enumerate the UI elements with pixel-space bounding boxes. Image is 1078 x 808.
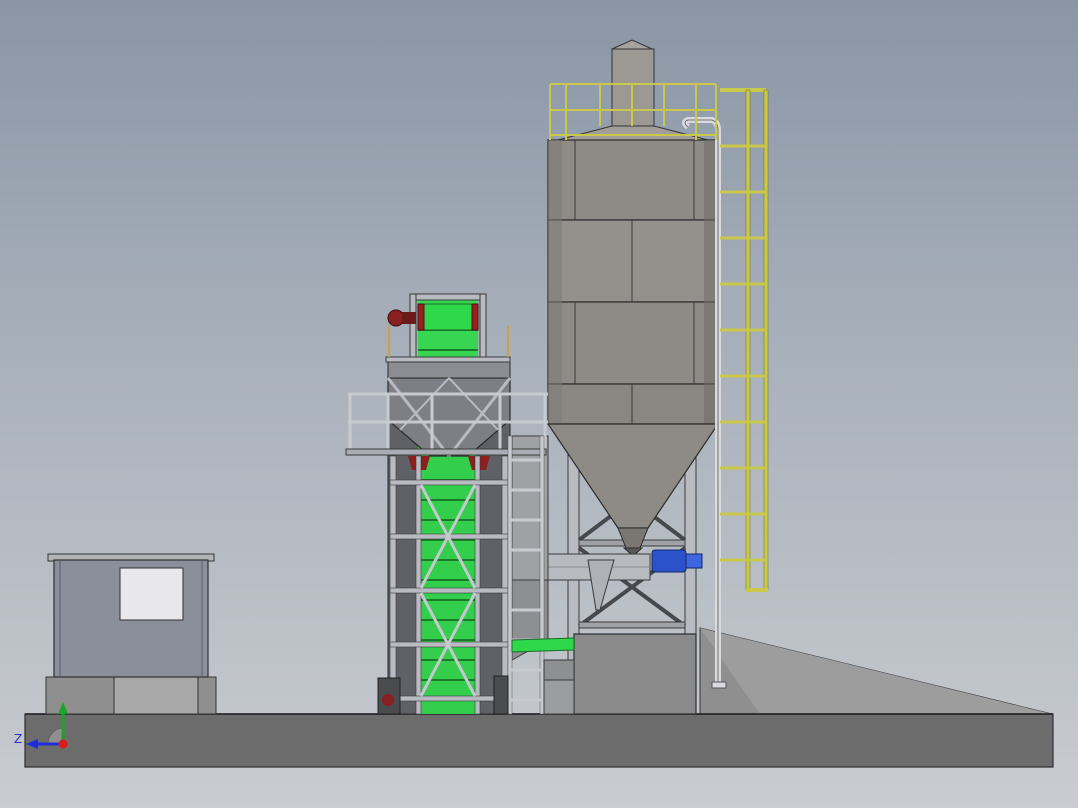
silo-base-box xyxy=(573,633,697,715)
drive-motor xyxy=(387,309,405,327)
silo-ladder xyxy=(720,88,769,592)
platform-deck xyxy=(345,448,547,456)
slab-front xyxy=(24,713,1054,768)
x-axis-dot xyxy=(58,739,68,749)
head-drum xyxy=(421,303,475,331)
cad-viewport[interactable]: Z xyxy=(0,0,1078,808)
control-cabin xyxy=(45,553,217,715)
z-axis-label: Z xyxy=(14,732,22,746)
plant-drawing: Z xyxy=(14,39,1054,768)
cabin-window xyxy=(119,567,184,621)
